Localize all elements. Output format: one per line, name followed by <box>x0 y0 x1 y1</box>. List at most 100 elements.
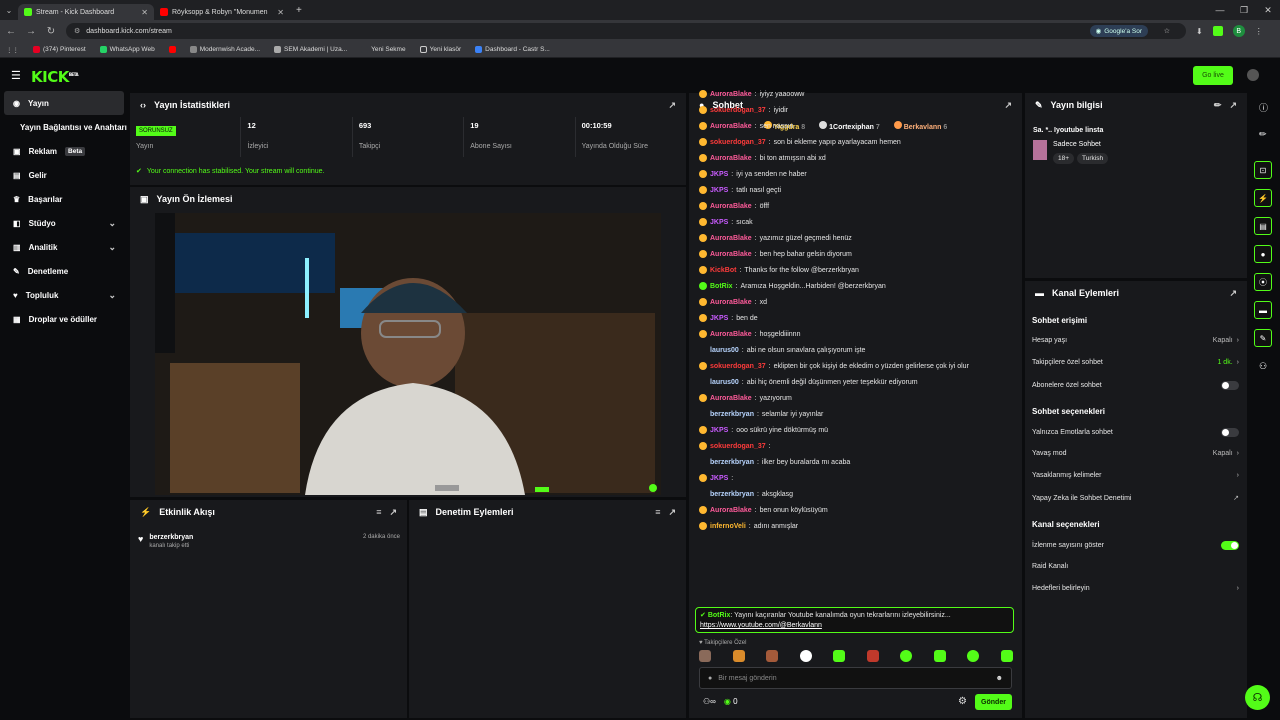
emotes-only-toggle[interactable] <box>1221 428 1239 437</box>
tab-kick-dashboard[interactable]: Stream - Kick Dashboard ✕ <box>18 4 154 20</box>
rail-button-broadcast[interactable]: ⦿ <box>1254 273 1272 291</box>
sidebar-item-reklam[interactable]: ▣ Reklam Beta <box>0 139 128 163</box>
chat-username[interactable]: AuroraBlake <box>710 331 752 338</box>
sidebar-item-stream-key[interactable]: Yayın Bağlantısı ve Anahtarı <box>0 115 128 139</box>
chat-username[interactable]: JKPS <box>710 427 728 434</box>
sidebar-item-analitik[interactable]: ▥ Analitik ⌄ <box>0 235 128 259</box>
chat-username[interactable]: KickBot <box>710 267 736 274</box>
followers-chat-row[interactable]: Takipçilere özel sohbet 1 dk. › <box>1032 359 1239 366</box>
google-sor-button[interactable]: ◉ Google'a Sor <box>1089 25 1148 37</box>
popout-icon[interactable]: ↗ <box>1229 100 1237 111</box>
rail-button-doc[interactable]: ▤ <box>1254 217 1272 235</box>
close-window-icon[interactable]: ✕ <box>1256 0 1280 20</box>
kick-logo[interactable]: KICKBETA <box>31 68 79 86</box>
bookmark-folder[interactable]: Yeni klasör <box>419 46 461 53</box>
extension-icon[interactable] <box>1212 26 1223 36</box>
bookmark-sem[interactable]: SEM Akademi | Uza... <box>274 46 347 53</box>
chat-username[interactable]: berzerkbryan <box>710 411 754 418</box>
chat-username[interactable]: BotRix <box>710 283 733 290</box>
chat-username[interactable]: sokuerdogan_37 <box>710 443 766 450</box>
rail-button-lightning[interactable]: ⚡ <box>1254 189 1272 207</box>
emote-icon[interactable] <box>732 650 745 662</box>
ai-moderation-row[interactable]: Yapay Zeka ile Sohbet Denetimi ↗ <box>1032 494 1239 503</box>
maximize-icon[interactable]: ❐ <box>1232 0 1256 20</box>
tab-youtube[interactable]: Röyksopp & Robyn "Monumen ✕ <box>154 4 290 20</box>
raid-row[interactable]: Raid Kanalı <box>1032 563 1239 570</box>
sidebar-item-gelir[interactable]: ▤ Gelir <box>0 163 128 187</box>
edit-icon[interactable]: ✏ <box>1259 129 1267 140</box>
chat-username[interactable]: AuroraBlake <box>710 91 752 98</box>
close-tab-icon[interactable]: ✕ <box>277 8 284 17</box>
emoji-icon[interactable]: ☻ <box>996 675 1003 682</box>
apps-icon[interactable]: ⋮⋮ <box>6 46 19 54</box>
rail-button-chat[interactable]: ● <box>1254 245 1272 263</box>
chat-username[interactable]: AuroraBlake <box>710 235 752 242</box>
banned-words-row[interactable]: Yasaklanmış kelimeler › <box>1032 472 1239 479</box>
chat-username[interactable]: JKPS <box>710 315 728 322</box>
bookmark-youtube[interactable] <box>168 46 176 53</box>
back-icon[interactable]: ← <box>6 26 16 37</box>
popout-icon[interactable]: ↗ <box>1004 100 1012 111</box>
minimize-icon[interactable]: — <box>1208 0 1232 20</box>
chat-username[interactable]: AuroraBlake <box>710 507 752 514</box>
rail-button-wrench[interactable]: ✎ <box>1254 329 1272 347</box>
show-viewers-toggle[interactable] <box>1221 541 1239 550</box>
sidebar-item-denetleme[interactable]: ✎ Denetleme <box>0 259 128 283</box>
chat-username[interactable]: berzerkbryan <box>710 491 754 498</box>
chat-username[interactable]: berzerkbryan <box>710 459 754 466</box>
bookmark-modernwish[interactable]: Modernwish Acade... <box>189 46 260 53</box>
top-supporter[interactable]: Berkavlann 6 <box>893 121 947 131</box>
account-age-row[interactable]: Hesap yaşı Kapalı › <box>1032 337 1239 344</box>
go-live-button[interactable]: Go live <box>1193 66 1233 85</box>
layout-icon[interactable]: ⚇ <box>1259 361 1267 372</box>
info-icon[interactable]: ⓘ <box>1259 101 1268 114</box>
sidebar-item-yayin[interactable]: ◉ Yayın <box>4 91 124 115</box>
chat-username[interactable]: AuroraBlake <box>710 155 752 162</box>
bookmark-whatsapp[interactable]: WhatsApp Web <box>99 46 155 53</box>
menu-icon[interactable]: ⋮ <box>1255 27 1263 36</box>
pinned-message[interactable]: ✔ BotRix: Yayını kaçıranlar Youtube kana… <box>695 607 1014 633</box>
chat-username[interactable]: AuroraBlake <box>710 395 752 402</box>
chat-username[interactable]: JKPS <box>710 171 728 178</box>
download-icon[interactable]: ⬇ <box>1196 27 1203 36</box>
chat-username[interactable]: laurus00 <box>710 347 739 354</box>
emote-icon[interactable] <box>1000 650 1013 662</box>
emote-icon[interactable] <box>866 650 879 662</box>
chat-input[interactable]: ● Bir mesaj gönderin ☻ <box>699 667 1012 689</box>
chat-username[interactable]: infernoVeli <box>710 523 746 530</box>
chat-username[interactable]: AuroraBlake <box>710 251 752 258</box>
chat-username[interactable]: laurus00 <box>710 379 739 386</box>
users-icon[interactable]: ⚇∞ <box>703 697 716 706</box>
bookmark-yeni-sekme[interactable]: Yeni Sekme <box>361 46 406 53</box>
slow-mode-row[interactable]: Yavaş mod Kapalı › <box>1032 450 1239 457</box>
site-info-icon[interactable]: ⚙ <box>74 27 80 35</box>
bookmark-pinterest[interactable]: (374) Pinterest <box>33 46 86 53</box>
emote-icon[interactable] <box>766 650 779 662</box>
profile-avatar[interactable]: B <box>1232 25 1245 37</box>
popout-icon[interactable]: ↗ <box>1229 288 1237 299</box>
avatar[interactable] <box>1247 69 1259 81</box>
bookmark-star-icon[interactable]: ☆ <box>1164 27 1170 35</box>
tab-search-icon[interactable]: ⌄ <box>0 6 18 15</box>
popout-icon[interactable]: ↗ <box>389 507 397 518</box>
close-tab-icon[interactable]: ✕ <box>141 8 148 17</box>
sidebar-item-studyo[interactable]: ◧ Stüdyo ⌄ <box>0 211 128 235</box>
chat-username[interactable]: JKPS <box>710 219 728 226</box>
rail-button-capture[interactable]: ⊡ <box>1254 161 1272 179</box>
edit-icon[interactable]: ✏ <box>1214 100 1222 111</box>
chat-username[interactable]: sokuerdogan_37 <box>710 363 766 370</box>
chat-username[interactable]: JKPS <box>710 475 728 482</box>
popout-icon[interactable]: ↗ <box>668 100 676 111</box>
forward-icon[interactable]: → <box>26 26 36 37</box>
chat-username[interactable]: AuroraBlake <box>710 123 752 130</box>
stream-video[interactable] <box>155 213 661 495</box>
filter-icon[interactable]: ≡ <box>655 507 660 517</box>
emote-icon[interactable] <box>967 650 980 662</box>
pinned-user[interactable]: BotRix <box>708 612 731 619</box>
chat-username[interactable]: AuroraBlake <box>710 203 752 210</box>
reload-icon[interactable]: ↻ <box>46 26 56 37</box>
url-field[interactable]: ⚙ dashboard.kick.com/stream ◉ Google'a So… <box>66 23 1186 39</box>
send-button[interactable]: Gönder <box>975 694 1012 710</box>
chat-username[interactable]: sokuerdogan_37 <box>710 139 766 146</box>
popout-icon[interactable]: ↗ <box>668 507 676 518</box>
